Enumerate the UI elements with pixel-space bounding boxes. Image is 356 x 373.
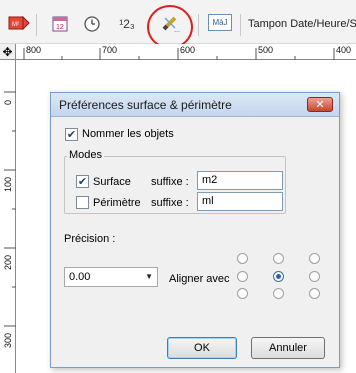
vertical-ruler: 0 100 200 300 <box>0 60 16 373</box>
surface-label: Surface <box>93 176 131 188</box>
svg-text:M²: M² <box>12 22 19 28</box>
ruler-ticks <box>23 48 335 60</box>
modes-group-title: Modes <box>67 149 105 161</box>
align-middle-right-radio[interactable] <box>309 271 320 282</box>
svg-text:12: 12 <box>56 24 64 31</box>
toolbar-separator <box>36 14 37 36</box>
align-top-left-radio[interactable] <box>237 253 248 264</box>
ruler-label: 800 <box>26 45 42 55</box>
surface-tool-icon: M² <box>8 15 30 31</box>
toolbar-separator <box>198 14 199 36</box>
dialog-title: Préférences surface & périmètre <box>59 98 232 112</box>
precision-label: Précision : <box>64 233 116 245</box>
ruler-label: 100 <box>3 176 13 192</box>
preferences-dialog: Préférences surface & périmètre ✕ ✔ Nomm… <box>50 92 340 368</box>
align-top-center-radio[interactable] <box>273 253 284 264</box>
close-button[interactable]: ✕ <box>307 97 333 112</box>
numbering-icon: ¹2₃ <box>119 17 135 31</box>
chevron-down-icon: ▼ <box>145 272 153 281</box>
cancel-button[interactable]: Annuler <box>251 337 325 359</box>
surface-suffix-label: suffixe : <box>151 176 189 188</box>
calendar-icon: 12 <box>52 16 68 32</box>
ruler-label: 400 <box>336 45 352 55</box>
ruler-ticks <box>4 91 16 327</box>
precision-value: 0.00 <box>69 271 91 283</box>
ruler-label: 0 <box>3 99 13 105</box>
clock-icon <box>84 16 100 32</box>
highlight-circle <box>147 5 193 49</box>
ruler-label: 600 <box>180 45 196 55</box>
perimeter-checkbox[interactable] <box>76 196 89 209</box>
date-button[interactable]: 12 <box>48 12 72 36</box>
perimeter-suffix-input[interactable]: ml <box>197 192 283 211</box>
align-top-right-radio[interactable] <box>309 253 320 264</box>
name-objects-label: Nommer les objets <box>82 128 174 140</box>
ruler-label: 700 <box>102 45 118 55</box>
toolbar: M² 12 ¹2₃ … MàJ Tampon Date/Heure/S <box>0 0 356 49</box>
precision-select[interactable]: 0.00 ▼ <box>64 267 158 287</box>
numbering-button[interactable]: ¹2₃ <box>110 12 144 36</box>
align-bottom-right-radio[interactable] <box>309 288 320 299</box>
align-middle-center-radio[interactable] <box>273 271 284 282</box>
stamp-button[interactable]: Tampon Date/Heure/S <box>248 18 356 30</box>
horizontal-ruler: 800 700 600 500 400 <box>0 44 356 60</box>
dialog-titlebar[interactable]: Préférences surface & périmètre ✕ <box>51 93 339 117</box>
ruler-label: 300 <box>3 332 13 348</box>
ok-button[interactable]: OK <box>167 337 237 359</box>
ruler-label: 500 <box>258 45 274 55</box>
align-bottom-center-radio[interactable] <box>273 288 284 299</box>
toolbar-separator <box>240 14 241 36</box>
time-button[interactable] <box>80 12 104 36</box>
align-bottom-left-radio[interactable] <box>237 288 248 299</box>
align-label: Aligner avec <box>169 273 230 285</box>
ruler-origin-icon[interactable]: ✥ <box>0 44 16 60</box>
perimeter-suffix-label: suffixe : <box>151 197 189 209</box>
update-button[interactable]: MàJ <box>208 14 232 31</box>
align-middle-left-radio[interactable] <box>237 271 248 282</box>
surface-suffix-input[interactable]: m2 <box>197 171 283 190</box>
name-objects-checkbox[interactable]: ✔ <box>65 128 78 141</box>
ruler-label: 200 <box>3 254 13 270</box>
surface-tool-button[interactable]: M² <box>6 12 32 36</box>
perimeter-label: Périmètre <box>93 197 141 209</box>
surface-checkbox[interactable]: ✔ <box>76 175 89 188</box>
